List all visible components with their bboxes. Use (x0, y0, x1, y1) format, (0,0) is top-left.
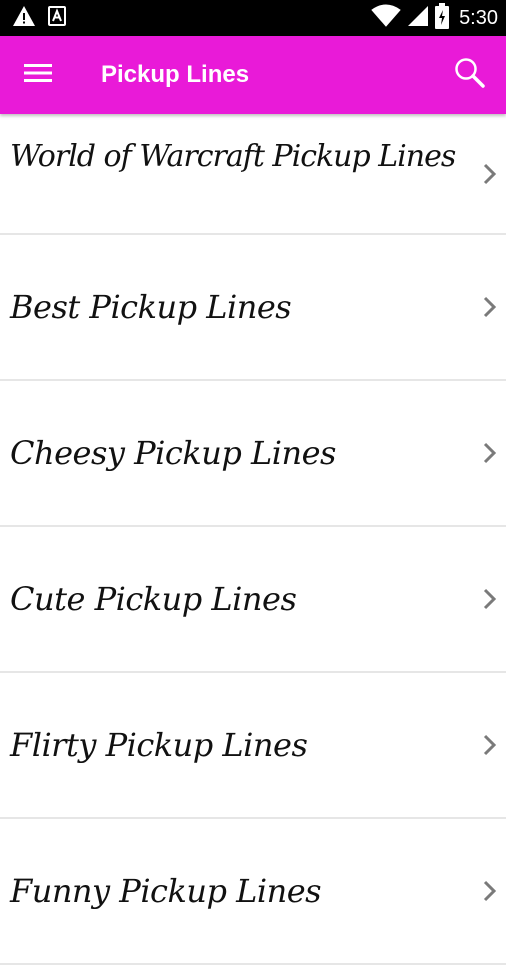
status-bar: 5:30 (0, 0, 506, 36)
list-item[interactable]: Best Pickup Lines (0, 235, 506, 381)
warning-icon (12, 5, 36, 32)
list-item-label: Best Pickup Lines (10, 288, 292, 326)
status-left-icons (12, 5, 66, 32)
list-item-label: Cheesy Pickup Lines (10, 434, 336, 472)
status-right-icons: 5:30 (371, 0, 498, 36)
chevron-right-icon (482, 879, 498, 903)
list-item-label: Flirty Pickup Lines (10, 726, 308, 764)
search-icon (454, 57, 486, 94)
list-item-label: Cute Pickup Lines (10, 580, 297, 618)
chevron-right-icon (482, 162, 498, 186)
list-item[interactable]: Cheesy Pickup Lines (0, 381, 506, 527)
search-button[interactable] (450, 55, 490, 95)
battery-icon (435, 2, 450, 34)
chevron-right-icon (482, 733, 498, 757)
notification-a-icon (48, 5, 66, 31)
chevron-right-icon (482, 295, 498, 319)
status-time: 5:30 (459, 6, 498, 29)
wifi-icon (371, 4, 401, 33)
hamburger-menu-icon (24, 62, 52, 89)
chevron-right-icon (482, 441, 498, 465)
signal-icon (407, 4, 429, 33)
list-item-label: Funny Pickup Lines (10, 872, 322, 910)
list-item[interactable]: Cute Pickup Lines (0, 527, 506, 673)
menu-button[interactable] (18, 57, 58, 93)
app-title: Pickup Lines (101, 61, 250, 88)
list-item[interactable]: Flirty Pickup Lines (0, 673, 506, 819)
list-item[interactable]: Funny Pickup Lines (0, 819, 506, 965)
app-bar: Pickup Lines (0, 36, 506, 114)
list-item[interactable]: World of Warcraft Pickup Lines (0, 114, 506, 235)
list-item-label: World of Warcraft Pickup Lines (10, 139, 456, 174)
chevron-right-icon (482, 587, 498, 611)
category-list: World of Warcraft Pickup Lines Best Pick… (0, 114, 506, 965)
